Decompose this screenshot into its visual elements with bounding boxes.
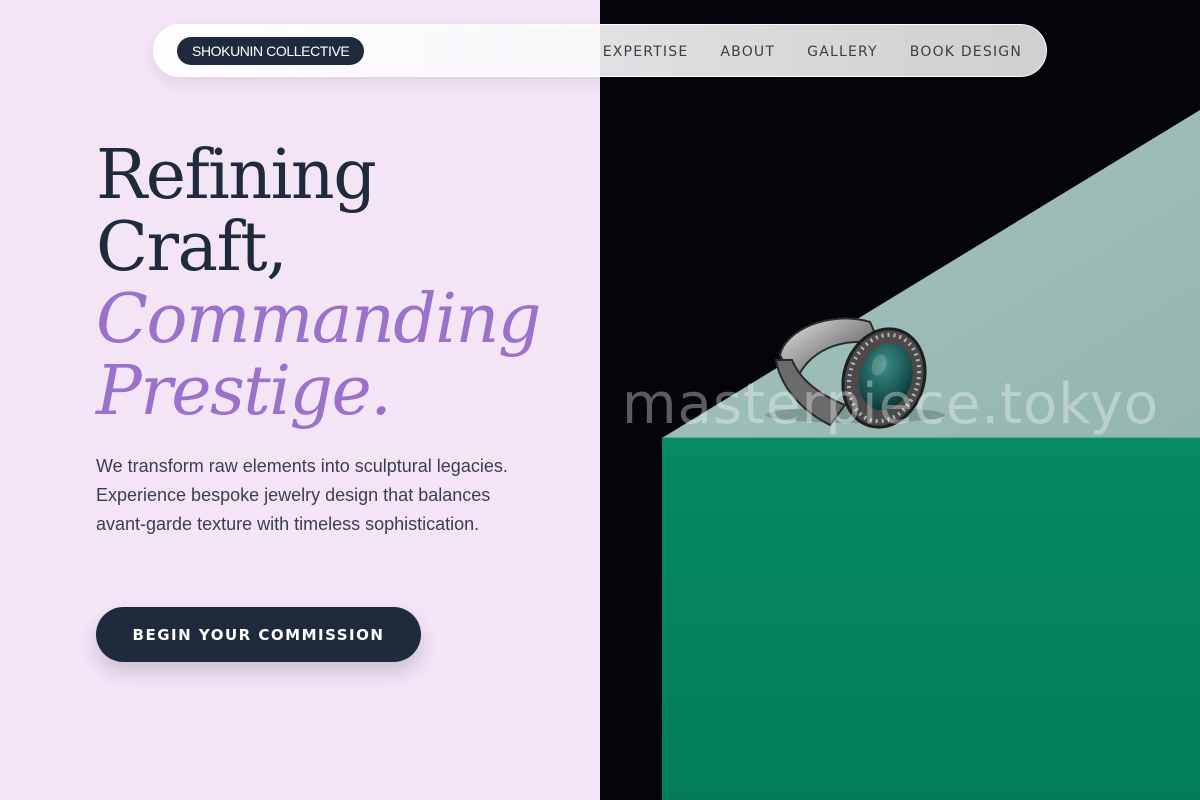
- top-navigation: SHOKUNIN COLLECTIVE EXPERTISE ABOUT GALL…: [153, 24, 1047, 77]
- nav-link-book-design[interactable]: BOOK DESIGN: [910, 44, 1022, 60]
- headline-line-2: Craft,: [96, 208, 288, 287]
- nav-links: EXPERTISE ABOUT GALLERY BOOK DESIGN: [603, 25, 1022, 78]
- watermark-text: masterpiece.tokyo: [622, 372, 1160, 437]
- headline-line-4: Prestige.: [96, 352, 392, 431]
- nav-link-gallery[interactable]: GALLERY: [807, 44, 878, 60]
- nav-link-about[interactable]: ABOUT: [720, 44, 775, 60]
- hero-subtitle: We transform raw elements into sculptura…: [96, 456, 508, 534]
- brand-logo[interactable]: SHOKUNIN COLLECTIVE: [177, 37, 365, 65]
- hero-headline: Refining Craft, Commanding Prestige.: [96, 136, 541, 431]
- begin-commission-button[interactable]: BEGIN YOUR COMMISSION: [96, 607, 421, 662]
- headline-line-3: Commanding: [96, 280, 541, 359]
- headline-line-1: Refining: [96, 136, 377, 215]
- nav-link-expertise[interactable]: EXPERTISE: [603, 44, 689, 60]
